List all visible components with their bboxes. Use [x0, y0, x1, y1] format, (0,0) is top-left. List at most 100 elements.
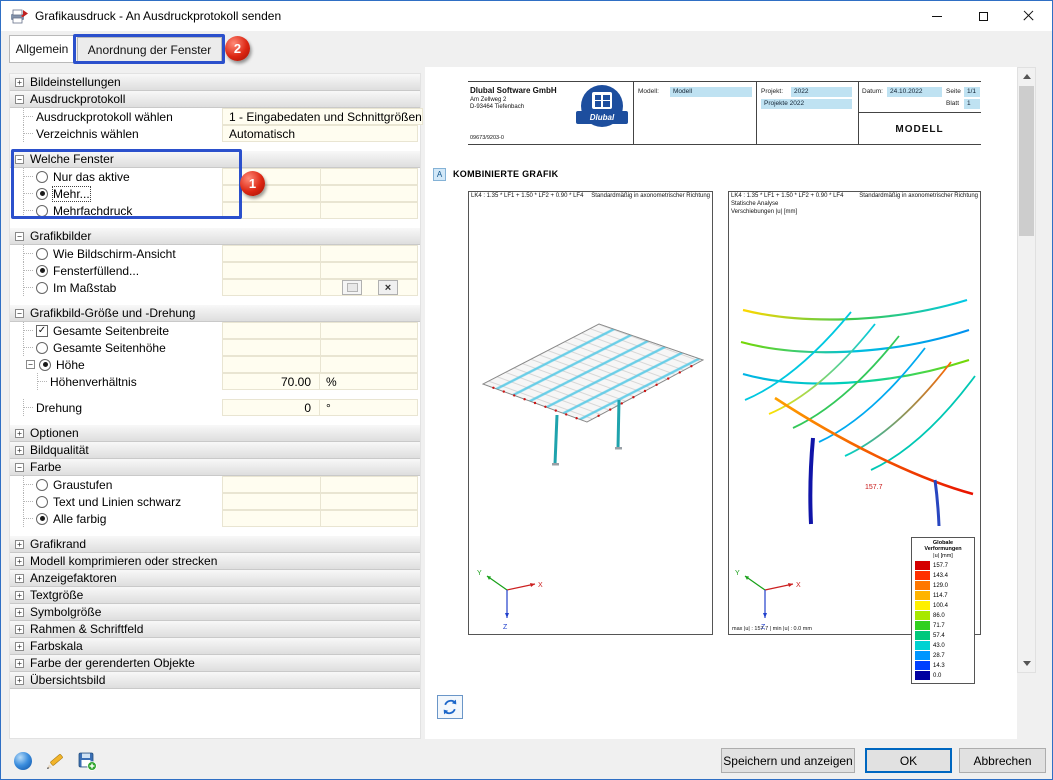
titlebar: Grafikausdruck - An Ausdruckprotokoll se… — [1, 1, 1052, 31]
radio-button[interactable] — [36, 170, 48, 183]
legend-row: 28.7 — [914, 651, 972, 661]
expand-toggle-icon[interactable]: − — [15, 94, 24, 104]
refresh-preview-button[interactable] — [437, 695, 463, 719]
model-label: Modell: — [638, 88, 659, 95]
section-optionen: + Optionen — [10, 425, 420, 442]
tab-label: Allgemein — [15, 42, 69, 56]
radio-button[interactable] — [36, 495, 48, 508]
maximize-button[interactable] — [960, 1, 1006, 31]
item-label: Wie Bildschirm-Ansicht — [53, 246, 176, 261]
legend-swatch — [915, 631, 930, 641]
radio-button[interactable] — [36, 187, 48, 200]
help-button[interactable] — [11, 749, 35, 773]
checkbox[interactable]: ✓ — [36, 324, 48, 337]
legend-value: 157.7 — [933, 562, 949, 569]
section-label: Übersichtsbild — [30, 673, 106, 687]
expand-toggle-icon[interactable]: + — [15, 658, 24, 668]
empty-cell — [222, 476, 321, 493]
expand-toggle-icon[interactable]: + — [15, 77, 24, 87]
radio-button[interactable] — [36, 512, 48, 525]
tree-connector — [10, 322, 36, 339]
expand-toggle-icon[interactable]: + — [15, 675, 24, 685]
legend-value: 28.7 — [933, 652, 945, 659]
expand-toggle-icon[interactable]: + — [15, 539, 24, 549]
radio-button[interactable] — [36, 247, 48, 260]
item-label: Drehung — [36, 400, 83, 415]
value-cells: 70.00% — [222, 373, 418, 390]
empty-cell — [222, 493, 321, 510]
section-label: Farbe — [30, 460, 62, 474]
expand-toggle-icon[interactable]: + — [15, 556, 24, 566]
empty-cell — [222, 202, 321, 219]
arrow-up-icon — [1022, 74, 1031, 79]
tree-gap — [10, 219, 420, 228]
radio-im-massstab: Im Maßstab × — [10, 279, 420, 296]
section-label: Textgröße — [30, 588, 84, 602]
tab-allgemein[interactable]: Allgemein — [9, 35, 75, 63]
expand-toggle-icon[interactable]: + — [15, 624, 24, 634]
section-label: Welche Fenster — [30, 152, 114, 166]
save-settings-button[interactable] — [75, 749, 99, 773]
radio-hoehe: − Höhe — [10, 356, 420, 373]
expand-toggle-icon[interactable]: + — [15, 573, 24, 583]
section-label: Rahmen & Schriftfeld — [30, 622, 144, 636]
section-rahmen-schriftfeld: + Rahmen & Schriftfeld — [10, 621, 420, 638]
item-label: Gesamte Seitenbreite — [53, 323, 170, 338]
x-axis-label: X — [796, 582, 801, 589]
value-input[interactable]: 0 — [222, 399, 320, 416]
close-button[interactable] — [1006, 1, 1052, 31]
minimize-button[interactable] — [914, 1, 960, 31]
save-and-show-button[interactable]: Speichern und anzeigen — [721, 748, 855, 773]
company-phone: 09673/9203-0 — [470, 135, 504, 141]
value-field[interactable]: 1 - Eingabedaten und Schnittgrößen — [222, 108, 423, 125]
expand-toggle-icon[interactable]: − — [15, 231, 24, 241]
legend-swatch — [915, 581, 930, 591]
empty-cell — [222, 168, 321, 185]
empty-cell — [320, 202, 418, 219]
expand-toggle-icon[interactable]: − — [15, 308, 24, 318]
expand-toggle-icon[interactable]: − — [26, 360, 35, 369]
load-combo-caption: LK4 : 1.35 * LF1 + 1.50 * LF2 + 0.90 * L… — [731, 193, 844, 199]
expand-toggle-icon[interactable]: + — [15, 590, 24, 600]
expand-toggle-icon[interactable]: + — [15, 641, 24, 651]
radio-button[interactable] — [36, 341, 48, 354]
expand-toggle-icon[interactable]: + — [15, 607, 24, 617]
radio-button[interactable] — [36, 204, 48, 217]
radio-button[interactable] — [36, 478, 48, 491]
radio-button[interactable] — [36, 264, 48, 277]
tree-connector — [10, 262, 36, 279]
expand-toggle-icon[interactable]: − — [15, 154, 24, 164]
expand-toggle-icon[interactable]: + — [15, 445, 24, 455]
scale-settings-button[interactable] — [342, 280, 362, 295]
radio-button[interactable] — [36, 281, 48, 294]
deformed-members — [740, 298, 976, 527]
section-grafikbild-groesse-und-drehung: − Grafikbild-Größe und -Drehung — [10, 305, 420, 322]
close-icon — [1023, 10, 1035, 22]
load-combo-caption: LK4 : 1.35 * LF1 + 1.50 * LF2 + 0.90 * L… — [471, 193, 584, 199]
value-input[interactable]: 70.00 — [222, 373, 320, 390]
value-field[interactable]: Automatisch — [222, 125, 418, 142]
tree-gap — [10, 390, 420, 399]
edit-comment-button[interactable] — [43, 749, 67, 773]
max-deformation-label: 157.7 — [865, 484, 883, 491]
expand-toggle-icon[interactable]: + — [15, 428, 24, 438]
legend-swatch — [915, 601, 930, 611]
dialog-window: Grafikausdruck - An Ausdruckprotokoll se… — [0, 0, 1053, 780]
radio-mehrfachdruck: Mehrfachdruck — [10, 202, 420, 219]
row-drehung: Drehung 0 ° — [10, 399, 420, 416]
expand-toggle-icon[interactable]: − — [15, 462, 24, 472]
cancel-button[interactable]: Abbrechen — [959, 748, 1046, 773]
remove-scale-button[interactable]: × — [378, 280, 398, 295]
scroll-up-button[interactable] — [1018, 68, 1035, 85]
header-divider — [633, 82, 634, 144]
legend-value: 14.3 — [933, 662, 945, 669]
scroll-down-button[interactable] — [1018, 655, 1035, 672]
value-cells — [222, 339, 418, 356]
section-anzeigefaktoren: + Anzeigefaktoren — [10, 570, 420, 587]
scrollbar-thumb[interactable] — [1019, 86, 1034, 236]
preview-scrollbar[interactable] — [1017, 67, 1036, 673]
tab-anordnung-der-fenster[interactable]: Anordnung der Fenster — [77, 37, 222, 63]
empty-cell — [222, 279, 321, 296]
ok-button[interactable]: OK — [865, 748, 952, 773]
radio-button[interactable] — [39, 358, 51, 371]
